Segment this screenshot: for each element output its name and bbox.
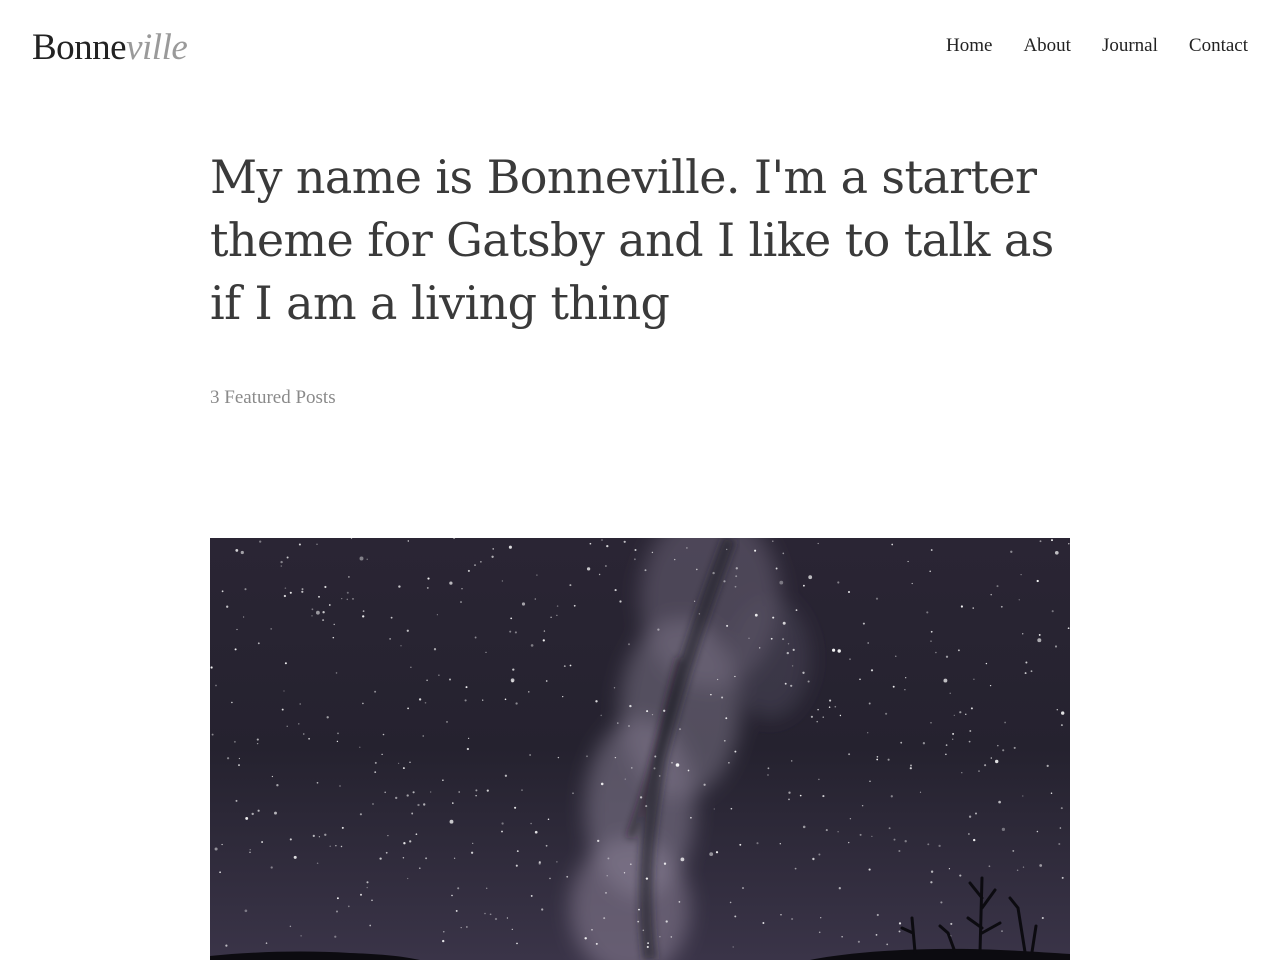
main-nav: Home About Journal Contact xyxy=(946,34,1248,58)
nav-item-about[interactable]: About xyxy=(1023,34,1071,58)
logo-accent-text: ville xyxy=(126,27,188,68)
site-header: Bonneville Home About Journal Contact xyxy=(0,0,1280,96)
site-logo[interactable]: Bonneville xyxy=(32,26,188,70)
featured-posts-count: 3 Featured Posts xyxy=(210,387,336,408)
nav-item-contact[interactable]: Contact xyxy=(1189,34,1248,58)
intro-heading: My name is Bonneville. I'm a starter the… xyxy=(210,150,1054,330)
logo-main-text: Bonne xyxy=(32,27,127,68)
night-sky-image xyxy=(210,538,1070,960)
featured-post-image[interactable] xyxy=(210,538,1070,960)
nav-item-home[interactable]: Home xyxy=(946,34,992,58)
nav-item-journal[interactable]: Journal xyxy=(1102,34,1158,58)
